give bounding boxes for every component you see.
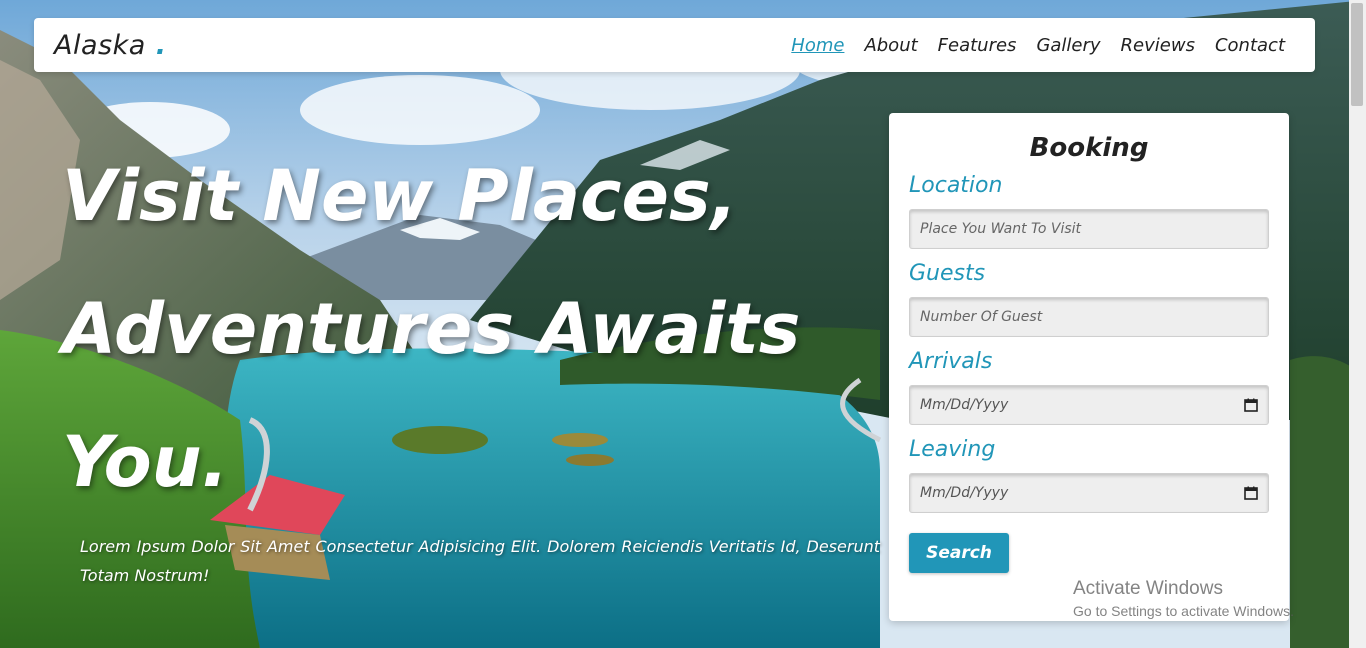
search-button[interactable]: Search: [909, 533, 1009, 573]
booking-title: Booking: [1029, 133, 1149, 163]
scrollbar-thumb[interactable]: [1351, 3, 1363, 106]
vertical-scrollbar[interactable]: [1349, 0, 1366, 648]
navbar: Alaska. Home About Features Gallery Revi…: [34, 18, 1315, 72]
hero-heading-line-2: Adventures Awaits: [62, 288, 801, 370]
calendar-icon[interactable]: [1244, 398, 1258, 412]
arrivals-label: Arrivals: [909, 349, 993, 374]
nav-link-home[interactable]: Home: [791, 35, 844, 56]
hero-description: Lorem Ipsum Dolor Sit Amet Consectetur A…: [80, 537, 880, 585]
logo-dot: .: [155, 29, 167, 61]
arrivals-date-value: Mm/Dd/Yyyy: [920, 397, 1009, 413]
guests-field: [909, 297, 1269, 337]
location-input[interactable]: [920, 221, 1258, 237]
leaving-label: Leaving: [909, 437, 996, 462]
guests-input[interactable]: [920, 309, 1258, 325]
hero-heading-line-1: Visit New Places,: [62, 155, 738, 237]
nav-links: Home About Features Gallery Reviews Cont…: [791, 35, 1285, 56]
location-field: [909, 209, 1269, 249]
leaving-date-value: Mm/Dd/Yyyy: [920, 485, 1009, 501]
page: Alaska. Home About Features Gallery Revi…: [0, 0, 1366, 648]
hero-section: Visit New Places, Adventures Awaits You.: [62, 140, 882, 529]
guests-label: Guests: [909, 261, 986, 286]
nav-link-reviews[interactable]: Reviews: [1121, 35, 1195, 56]
nav-link-features[interactable]: Features: [938, 35, 1017, 56]
nav-link-contact[interactable]: Contact: [1215, 35, 1285, 56]
calendar-icon[interactable]: [1244, 486, 1258, 500]
leaving-date-input[interactable]: Mm/Dd/Yyyy: [909, 473, 1269, 513]
nav-link-about[interactable]: About: [864, 35, 917, 56]
location-label: Location: [909, 173, 1003, 198]
nav-link-gallery[interactable]: Gallery: [1036, 35, 1100, 56]
hero-heading-line-3: You.: [62, 421, 229, 503]
logo-text: Alaska: [54, 29, 146, 61]
arrivals-date-input[interactable]: Mm/Dd/Yyyy: [909, 385, 1269, 425]
hero-heading: Visit New Places, Adventures Awaits You.: [62, 130, 882, 529]
booking-form: Booking Location Guests Arrivals Mm/Dd/Y…: [889, 113, 1289, 621]
logo[interactable]: Alaska.: [54, 30, 167, 61]
